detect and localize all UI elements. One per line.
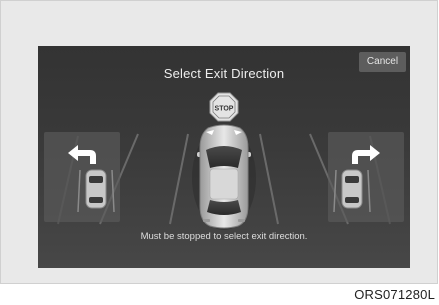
stop-sign-text: STOP <box>215 106 234 113</box>
screen-title: Select Exit Direction <box>163 66 285 81</box>
car-top-view-icon <box>192 124 256 230</box>
display-screen: STOP Select Exit Direction Cancel Must b… <box>38 46 410 268</box>
left-exit-button[interactable] <box>44 132 120 222</box>
status-message: Must be stopped to select exit direction… <box>140 231 308 242</box>
figure-frame: STOP Select Exit Direction Cancel Must b… <box>0 0 438 284</box>
cancel-button[interactable]: Cancel <box>359 52 406 72</box>
figure-code-label: ORS071280L <box>354 287 435 302</box>
right-exit-button[interactable] <box>328 132 404 222</box>
stop-sign-icon: STOP <box>209 92 239 122</box>
